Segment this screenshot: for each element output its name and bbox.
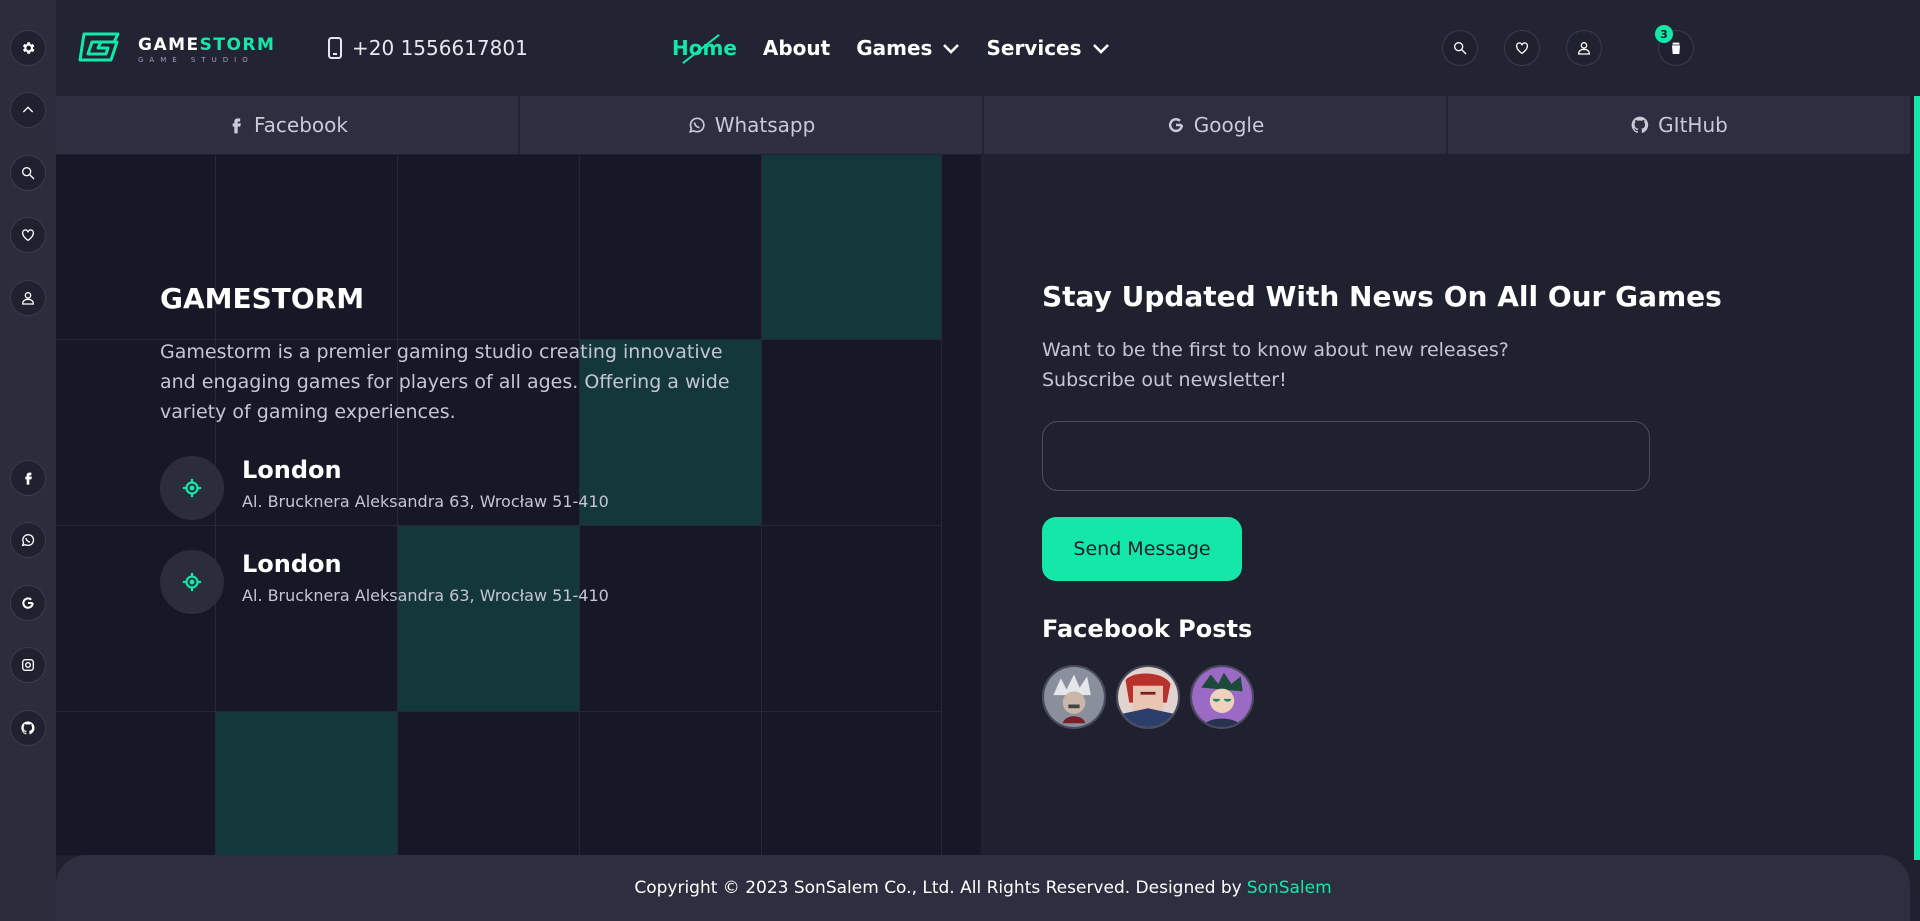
cart-button[interactable]: 3 [1655, 25, 1694, 66]
rail-wishlist-button[interactable] [10, 217, 46, 253]
brand-name: GAMESTORM [138, 34, 276, 55]
social-strip: Facebook Whatsapp Google GItHub [56, 96, 1910, 154]
location-pin-icon [160, 550, 224, 614]
facebook-post-thumbnail[interactable] [1042, 665, 1106, 729]
google-icon [1168, 118, 1183, 133]
left-rail [0, 0, 56, 921]
facebook-icon [25, 472, 32, 485]
location-address: Al. Brucknera Aleksandra 63, Wrocław 51-… [242, 492, 609, 511]
brand-logo[interactable]: GAMESTORM GAME STUDIO [76, 28, 275, 72]
social-whatsapp-link[interactable]: Whatsapp [520, 96, 984, 154]
logo-mark-icon [76, 28, 124, 72]
about-section: GAMESTORM Gamestorm is a premier gaming … [160, 282, 750, 427]
grid-tile [398, 712, 580, 855]
grid-tile [580, 712, 762, 855]
nav-games[interactable]: Games [856, 36, 960, 60]
whatsapp-icon [688, 117, 705, 133]
grid-tile [762, 155, 942, 340]
wishlist-button[interactable] [1504, 30, 1540, 66]
user-icon [21, 292, 35, 305]
rail-facebook-link[interactable] [10, 460, 46, 496]
newsletter-section: Stay Updated With News On All Our Games … [1042, 280, 1722, 729]
google-icon [22, 597, 34, 609]
settings-button[interactable] [10, 30, 46, 66]
designer-link[interactable]: SonSalem [1247, 878, 1332, 898]
chevron-up-icon [22, 106, 34, 113]
facebook-posts [1042, 665, 1662, 729]
chevron-down-icon [943, 44, 960, 54]
github-icon [21, 721, 35, 735]
page-footer: Copyright © 2023 SonSalem Co., Ltd. All … [56, 855, 1910, 921]
about-description: Gamestorm is a premier gaming studio cre… [160, 341, 730, 423]
rail-google-link[interactable] [10, 585, 46, 621]
search-icon [1454, 42, 1467, 55]
location-address: Al. Brucknera Aleksandra 63, Wrocław 51-… [242, 586, 609, 605]
facebook-posts-title: Facebook Posts [1042, 615, 1253, 643]
newsletter-title: Stay Updated With News On All Our Games [1042, 280, 1722, 313]
grid-tile [216, 712, 398, 855]
location-city: London [242, 456, 342, 484]
social-google-link[interactable]: Google [984, 96, 1448, 154]
rail-instagram-link[interactable] [10, 647, 46, 683]
grid-tile [762, 712, 942, 855]
chevron-down-icon [1092, 44, 1109, 54]
grid-tile [56, 712, 216, 855]
heart-icon [22, 229, 34, 242]
page-accent-bar [1914, 0, 1920, 860]
cart-count-badge: 3 [1655, 25, 1673, 43]
rail-account-button[interactable] [10, 280, 46, 316]
search-button[interactable] [1442, 30, 1478, 66]
location-pin-icon [160, 456, 224, 520]
rail-search-button[interactable] [10, 155, 46, 191]
top-header: GAMESTORM GAME STUDIO +20 1556617801 Hom… [56, 0, 1920, 96]
gear-icon [22, 42, 35, 54]
scroll-top-button[interactable] [10, 92, 46, 128]
whatsapp-icon [21, 534, 35, 547]
heart-icon [1516, 42, 1528, 55]
rail-github-link[interactable] [10, 710, 46, 746]
social-github-link[interactable]: GItHub [1448, 96, 1910, 154]
send-message-button[interactable]: Send Message [1042, 517, 1242, 581]
brand-tagline: GAME STUDIO [138, 55, 254, 64]
about-title: GAMESTORM [160, 282, 365, 315]
newsletter-email-input[interactable] [1042, 421, 1650, 491]
main-nav: Home About Games Services [672, 36, 1110, 60]
user-icon [1577, 42, 1591, 55]
location-item: London Al. Brucknera Aleksandra 63, Wroc… [160, 456, 609, 520]
social-facebook-link[interactable]: Facebook [56, 96, 520, 154]
search-icon [21, 167, 35, 180]
github-icon [1631, 116, 1649, 133]
location-item: London Al. Brucknera Aleksandra 63, Wroc… [160, 550, 609, 614]
nav-about[interactable]: About [763, 36, 830, 60]
header-phone[interactable]: +20 1556617801 [328, 36, 528, 60]
newsletter-description: Want to be the first to know about new r… [1042, 339, 1509, 391]
facebook-icon [232, 118, 241, 134]
grid-tile [762, 340, 942, 526]
facebook-post-thumbnail[interactable] [1190, 665, 1254, 729]
facebook-post-thumbnail[interactable] [1116, 665, 1180, 729]
phone-number: +20 1556617801 [352, 36, 528, 60]
cart-icon [1672, 42, 1680, 54]
phone-icon [328, 37, 342, 59]
nav-services[interactable]: Services [986, 36, 1109, 60]
instagram-icon [22, 659, 34, 671]
grid-tile [762, 526, 942, 712]
copyright-text: Copyright © 2023 SonSalem Co., Ltd. All … [634, 878, 1242, 898]
nav-home[interactable]: Home [672, 36, 737, 60]
account-button[interactable] [1566, 30, 1602, 66]
rail-whatsapp-link[interactable] [10, 522, 46, 558]
location-city: London [242, 550, 342, 578]
